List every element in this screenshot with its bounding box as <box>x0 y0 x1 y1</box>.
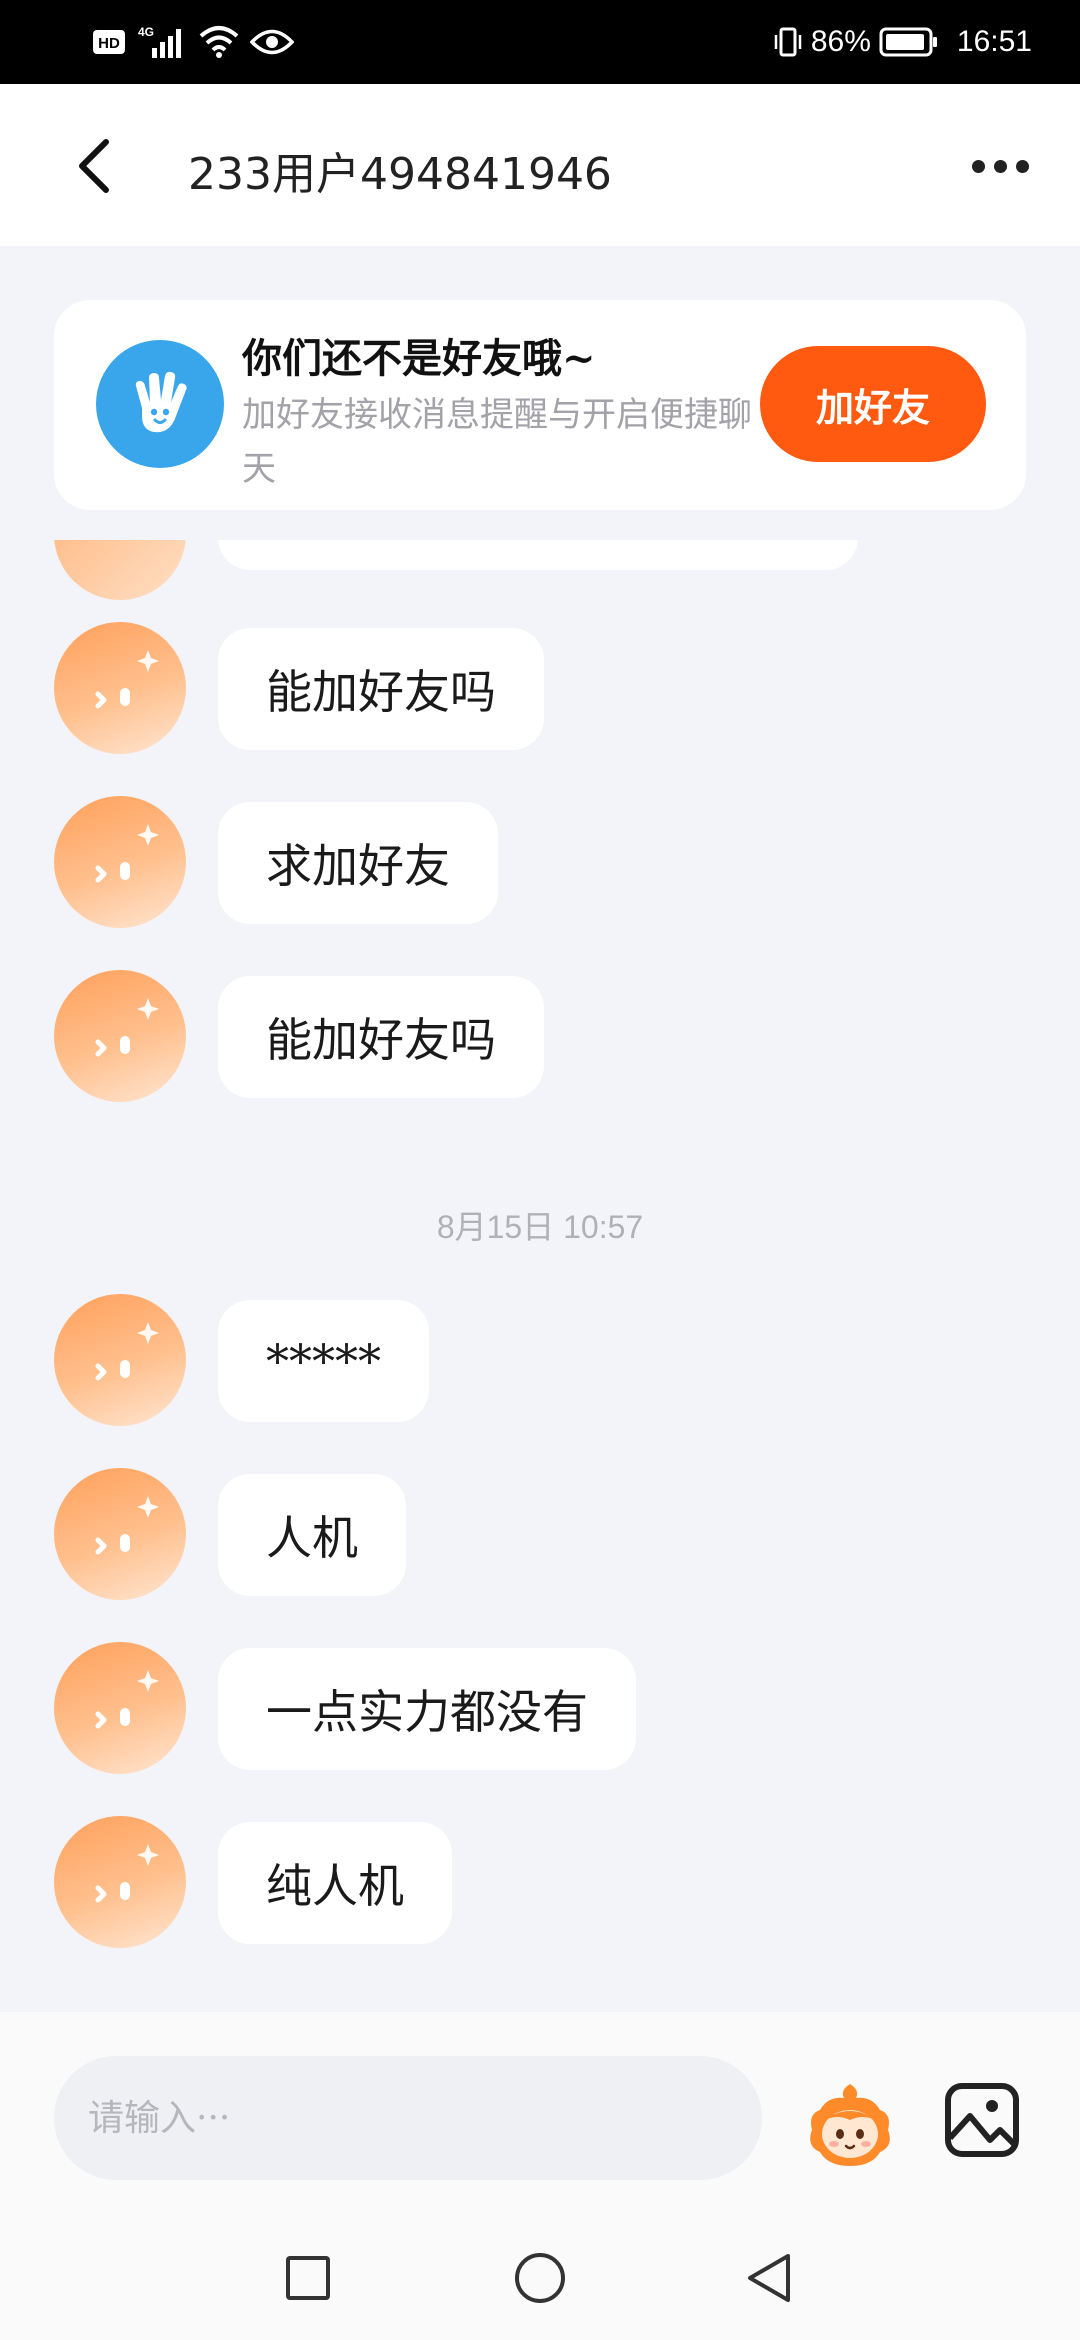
avatar[interactable] <box>54 970 186 1102</box>
waving-hand-icon <box>96 340 224 468</box>
input-bar <box>0 2012 1080 2208</box>
message-bubble[interactable]: 一点实力都没有 <box>218 1648 636 1770</box>
avatar[interactable] <box>54 1294 186 1426</box>
message-input[interactable] <box>54 2056 762 2180</box>
message-bubble-partial[interactable] <box>218 540 858 570</box>
avatar[interactable] <box>54 1468 186 1600</box>
mascot-emoji-icon <box>810 2084 890 2166</box>
avatar[interactable] <box>54 622 186 754</box>
banner-description: 加好友接收消息提醒与开启便捷聊天 <box>242 395 752 489</box>
avatar[interactable] <box>54 1642 186 1774</box>
eye-comfort-icon <box>250 27 294 57</box>
message-bubble[interactable]: 求加好友 <box>218 802 498 924</box>
image-picker-icon <box>945 2083 1019 2157</box>
battery-percent: 86% <box>810 25 871 58</box>
message-row: 求加好友 <box>0 796 1080 928</box>
message-row: 一点实力都没有 <box>0 1642 1080 1774</box>
avatar[interactable] <box>54 796 186 928</box>
back-button[interactable] <box>64 136 124 196</box>
banner-title: 你们还不是好友哦~ <box>242 335 596 382</box>
add-friend-button[interactable]: 加好友 <box>760 346 986 462</box>
image-button[interactable] <box>944 2082 1020 2158</box>
status-bar: HD 4G 86% 16:51 <box>0 0 1080 84</box>
vibrate-icon <box>773 26 803 58</box>
message-list[interactable]: 能加好友吗 求加好友 能加好友吗 8月15日 10:57 ***** 人机 一点… <box>0 540 1080 2010</box>
page-title: 233用户494841946 <box>188 149 612 200</box>
message-row: 人机 <box>0 1468 1080 1600</box>
message-bubble[interactable]: 纯人机 <box>218 1822 452 1944</box>
message-row: 纯人机 <box>0 1816 1080 1948</box>
triangle-back-icon <box>748 2254 790 2302</box>
chevron-left-icon <box>79 139 109 193</box>
chat-screen: HD 4G 86% 16:51 233用户494841946 你们还不是好友哦~… <box>0 0 1080 2340</box>
system-nav-bar <box>0 2208 1080 2340</box>
battery-icon <box>879 26 939 58</box>
message-bubble[interactable]: 能加好友吗 <box>218 976 544 1098</box>
chat-header: 233用户494841946 <box>0 84 1080 246</box>
square-recent-icon <box>286 2256 330 2300</box>
message-bubble[interactable]: 能加好友吗 <box>218 628 544 750</box>
more-dots-icon <box>971 159 985 173</box>
message-row: ***** <box>0 1294 1080 1426</box>
network-label: 4G <box>138 25 154 39</box>
avatar[interactable] <box>54 1816 186 1948</box>
message-row: 能加好友吗 <box>0 622 1080 754</box>
recent-apps-button[interactable] <box>278 2248 338 2308</box>
nav-back-button[interactable] <box>740 2248 800 2308</box>
cellular-signal-icon: 4G <box>136 24 188 60</box>
message-bubble[interactable]: ***** <box>218 1300 429 1422</box>
circle-home-icon <box>515 2253 565 2303</box>
add-friend-banner: 你们还不是好友哦~ 加好友接收消息提醒与开启便捷聊天 加好友 <box>54 300 1026 510</box>
avatar[interactable] <box>54 540 186 600</box>
more-options-button[interactable] <box>960 136 1040 196</box>
message-row: 能加好友吗 <box>0 970 1080 1102</box>
message-timestamp: 8月15日 10:57 <box>436 1209 644 1245</box>
emoji-button[interactable] <box>802 2076 898 2172</box>
home-button[interactable] <box>510 2248 570 2308</box>
hd-label: HD <box>98 35 120 52</box>
clock: 16:51 <box>956 25 1032 58</box>
message-bubble[interactable]: 人机 <box>218 1474 406 1596</box>
hd-badge-icon: HD <box>92 27 126 57</box>
wifi-icon <box>198 24 240 60</box>
